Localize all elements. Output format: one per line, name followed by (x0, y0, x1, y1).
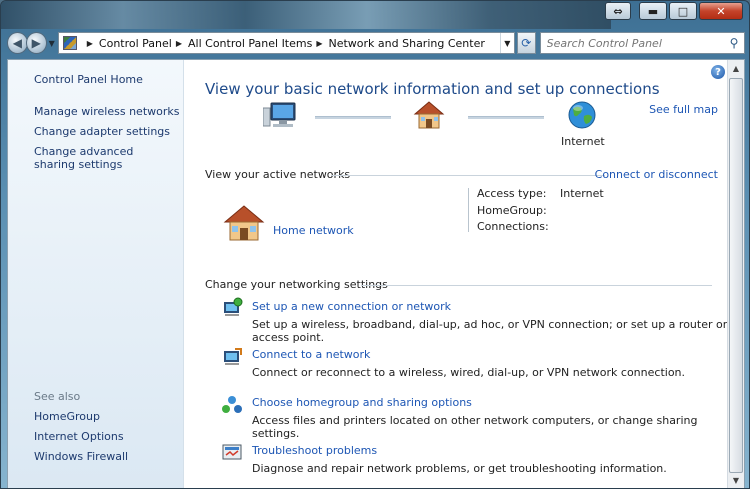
section-divider (331, 175, 605, 176)
back-button[interactable]: ◀ (7, 32, 28, 54)
connect-to-network-description: Connect or reconnect to a wireless, wire… (252, 366, 686, 379)
sidebar-item-manage-wireless[interactable]: Manage wireless networks (34, 105, 179, 118)
homegroup-label: HomeGroup: (477, 204, 547, 217)
new-connection-icon (224, 297, 243, 316)
scroll-thumb[interactable] (729, 78, 743, 473)
help-icon[interactable]: ? (711, 65, 725, 79)
troubleshoot-description: Diagnose and repair network problems, or… (252, 462, 667, 475)
address-dropdown-icon[interactable]: ▼ (499, 33, 514, 53)
search-input[interactable] (546, 36, 724, 50)
sidebar-item-windows-firewall[interactable]: Windows Firewall (34, 450, 128, 463)
breadcrumb-control-panel[interactable]: Control Panel (99, 37, 172, 50)
recent-pages-dropdown[interactable]: ▼ (49, 39, 55, 48)
maximize-button[interactable]: □ (669, 2, 697, 20)
page-title: View your basic network information and … (205, 80, 660, 98)
connect-or-disconnect-link[interactable]: Connect or disconnect (595, 168, 718, 181)
computer-icon (263, 102, 296, 127)
sidebar-item-control-panel-home[interactable]: Control Panel Home (34, 73, 143, 86)
control-panel-icon (62, 36, 77, 50)
globe-icon (568, 101, 596, 129)
troubleshoot-link[interactable]: Troubleshoot problems (252, 444, 377, 457)
sidebar-item-internet-options[interactable]: Internet Options (34, 430, 124, 443)
navigation-bar: ◀ ▶ ▼ ▶ Control Panel ▶ All Control Pane… (7, 31, 745, 55)
refresh-button[interactable]: ⟳ (516, 32, 536, 54)
content-area: Control Panel Home Manage wireless netwo… (7, 59, 746, 488)
homegroup-sharing-description: Access files and printers located on oth… (252, 414, 698, 440)
control-panel-window: ⇔ ▬ □ ✕ ◀ ▶ ▼ ▶ Control Panel ▶ All Cont… (0, 0, 750, 489)
map-connection-line (315, 116, 391, 119)
connect-to-network-link[interactable]: Connect to a network (252, 348, 370, 361)
minimize-button[interactable]: ▬ (639, 2, 667, 20)
search-icon[interactable]: ⚲ (724, 36, 744, 50)
map-connection-line (468, 116, 544, 119)
breadcrumb-arrow-icon[interactable]: ▶ (316, 39, 322, 48)
search-box[interactable]: ⚲ (539, 32, 745, 54)
forward-button[interactable]: ▶ (25, 32, 47, 54)
vertical-scrollbar[interactable]: ▲ ▼ (727, 60, 744, 488)
restore-size-button[interactable]: ⇔ (605, 2, 631, 20)
setup-new-connection-description: Set up a wireless, broadband, dial-up, a… (252, 318, 728, 344)
scroll-up-arrow-icon[interactable]: ▲ (728, 60, 744, 77)
see-full-map-link[interactable]: See full map (649, 103, 718, 116)
active-networks-heading: View your active networks (205, 168, 351, 181)
breadcrumb-arrow-icon[interactable]: ▶ (87, 39, 93, 48)
main-panel: ? View your basic network information an… (185, 60, 746, 488)
breadcrumb-network-center[interactable]: Network and Sharing Center (329, 37, 485, 50)
home-network-house-icon (223, 205, 265, 241)
troubleshoot-icon (222, 444, 242, 460)
title-bar (1, 1, 611, 29)
homegroup-icon (222, 396, 242, 413)
sidebar: Control Panel Home Manage wireless netwo… (8, 60, 184, 488)
section-divider (361, 285, 712, 286)
sidebar-item-adapter-settings[interactable]: Change adapter settings (34, 125, 170, 138)
close-button[interactable]: ✕ (699, 2, 743, 20)
sidebar-item-advanced-sharing[interactable]: Change advanced sharing settings (34, 145, 174, 171)
breadcrumb-all-items[interactable]: All Control Panel Items (188, 37, 312, 50)
see-also-heading: See also (34, 390, 81, 403)
vertical-divider (468, 188, 469, 232)
homegroup-sharing-link[interactable]: Choose homegroup and sharing options (252, 396, 472, 409)
scroll-down-arrow-icon[interactable]: ▼ (728, 472, 744, 488)
internet-node-label: Internet (561, 135, 605, 148)
breadcrumb-arrow-icon[interactable]: ▶ (176, 39, 182, 48)
address-bar[interactable]: ▶ Control Panel ▶ All Control Panel Item… (57, 32, 515, 54)
caption-buttons: ⇔ ▬ □ ✕ (605, 2, 743, 20)
access-type-label: Access type: (477, 187, 547, 200)
access-type-value: Internet (560, 187, 604, 200)
connect-network-icon (224, 348, 242, 365)
setup-new-connection-link[interactable]: Set up a new connection or network (252, 300, 451, 313)
house-icon (413, 101, 445, 129)
sidebar-item-homegroup[interactable]: HomeGroup (34, 410, 100, 423)
connections-label: Connections: (477, 220, 549, 233)
home-network-link[interactable]: Home network (273, 224, 354, 237)
